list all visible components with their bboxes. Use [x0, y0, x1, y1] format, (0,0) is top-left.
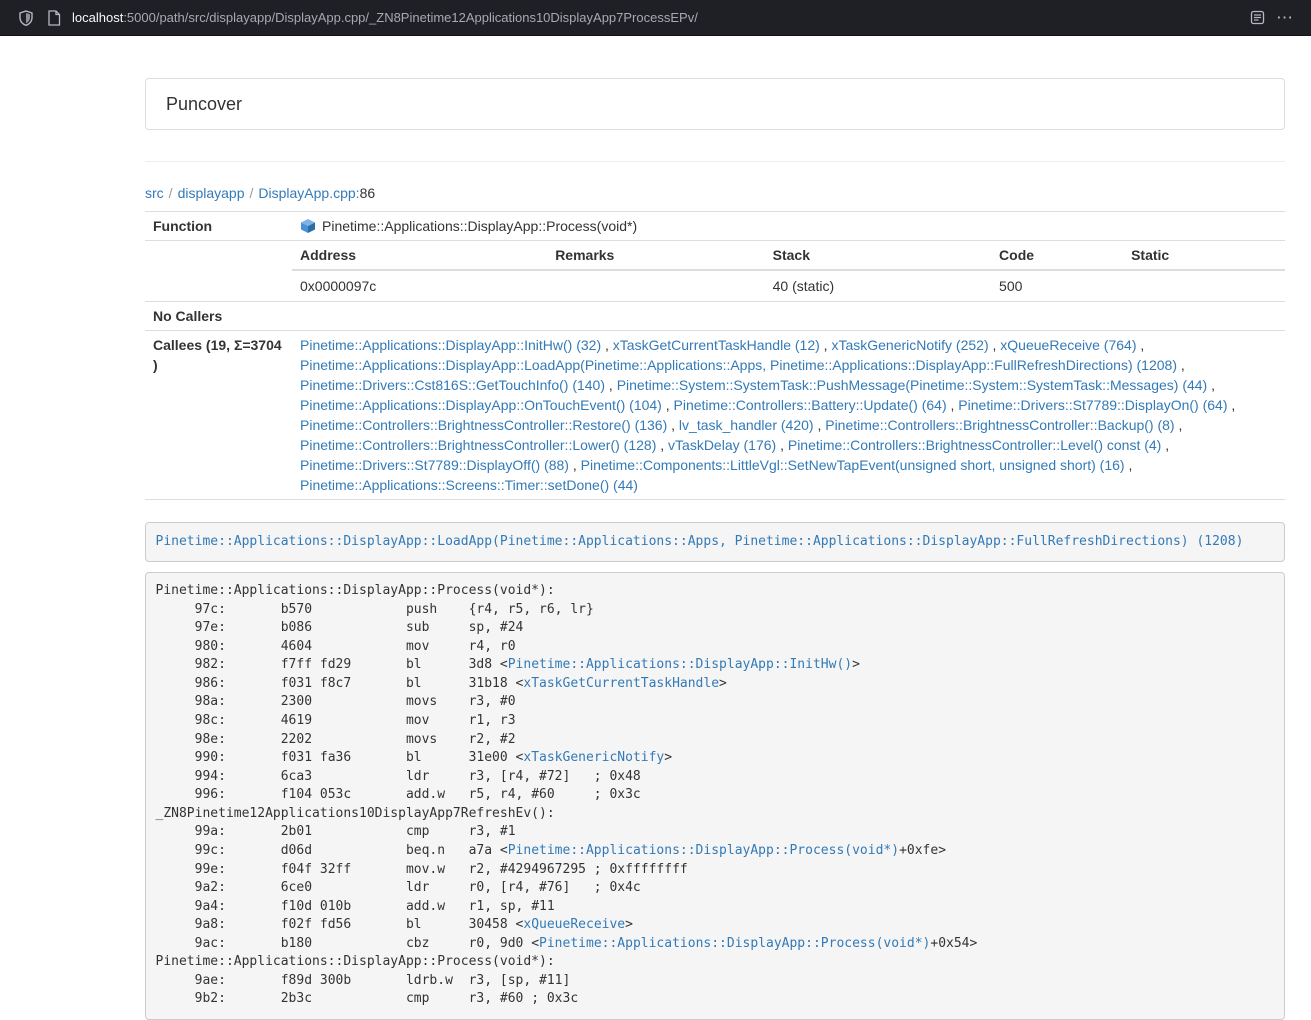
code-symbol-link[interactable]: Pinetime::Applications::DisplayApp::Init…	[508, 657, 852, 672]
address-value: 0x0000097c	[292, 270, 547, 301]
callee-link[interactable]: Pinetime::Controllers::BrightnessControl…	[300, 417, 667, 433]
function-label: Function	[145, 212, 292, 241]
address-table-cell: Address Remarks Stack Code Static 0x0000…	[292, 241, 1285, 302]
function-table: Function Pinetime::Applications::Display…	[145, 211, 1285, 500]
empty-label-cell	[145, 241, 292, 302]
app-header-panel: Puncover	[145, 78, 1285, 130]
column-static: Static	[1123, 241, 1285, 270]
callee-link[interactable]: Pinetime::Components::LittleVgl::SetNewT…	[581, 457, 1125, 473]
callee-link[interactable]: xTaskGetCurrentTaskHandle (12)	[613, 337, 820, 353]
address-table-row: Address Remarks Stack Code Static 0x0000…	[145, 241, 1285, 302]
remarks-value	[547, 270, 764, 301]
breadcrumb-line-number: 86	[360, 185, 376, 201]
callee-link[interactable]: vTaskDelay (176)	[668, 437, 776, 453]
callee-link[interactable]: Pinetime::Controllers::BrightnessControl…	[825, 417, 1174, 433]
url-host: localhost	[72, 10, 123, 25]
reader-mode-icon[interactable]	[1243, 4, 1271, 32]
highlighted-line: Pinetime::Applications::DisplayApp::Load…	[145, 522, 1285, 562]
breadcrumb-src[interactable]: src	[145, 185, 164, 201]
address-table-header: Address Remarks Stack Code Static	[292, 241, 1285, 270]
breadcrumb-displayapp[interactable]: displayapp	[178, 185, 245, 201]
callee-link[interactable]: Pinetime::Applications::DisplayApp::OnTo…	[300, 397, 662, 413]
shield-icon[interactable]	[12, 4, 40, 32]
menu-icon[interactable]: ⋯	[1271, 4, 1299, 32]
browser-chrome: localhost:5000/path/src/displayapp/Displ…	[0, 0, 1311, 36]
breadcrumb-separator: /	[250, 185, 254, 201]
column-stack: Stack	[765, 241, 991, 270]
callee-link[interactable]: xTaskGenericNotify (252)	[831, 337, 988, 353]
callee-link[interactable]: Pinetime::Applications::DisplayApp::Init…	[300, 337, 601, 353]
address-table: Address Remarks Stack Code Static 0x0000…	[292, 241, 1285, 301]
column-address: Address	[292, 241, 547, 270]
column-code: Code	[991, 241, 1123, 270]
callee-link[interactable]: Pinetime::System::SystemTask::PushMessag…	[617, 377, 1208, 393]
stack-value: 40 (static)	[765, 270, 991, 301]
function-row: Function Pinetime::Applications::Display…	[145, 212, 1285, 241]
code-symbol-link[interactable]: xTaskGetCurrentTaskHandle	[523, 676, 719, 691]
address-table-data-row: 0x0000097c 40 (static) 500	[292, 270, 1285, 301]
no-callers-label: No Callers	[145, 302, 292, 331]
code-symbol-link[interactable]: xTaskGenericNotify	[523, 750, 664, 765]
column-remarks: Remarks	[547, 241, 764, 270]
breadcrumb-file[interactable]: DisplayApp.cpp:	[258, 185, 359, 201]
callees-list: Pinetime::Applications::DisplayApp::Init…	[292, 331, 1285, 500]
callees-row: Callees (19, Σ=3704 ) Pinetime::Applicat…	[145, 331, 1285, 500]
function-name: Pinetime::Applications::DisplayApp::Proc…	[322, 218, 637, 234]
page-container: Puncover src/displayapp/DisplayApp.cpp:8…	[145, 78, 1285, 1020]
callee-link[interactable]: Pinetime::Applications::DisplayApp::Load…	[300, 357, 1177, 373]
divider	[145, 161, 1285, 162]
function-name-cell: Pinetime::Applications::DisplayApp::Proc…	[292, 212, 1285, 241]
callee-link[interactable]: lv_task_handler (420)	[679, 417, 814, 433]
no-callers-cell	[292, 302, 1285, 331]
callee-link[interactable]: Pinetime::Drivers::St7789::DisplayOn() (…	[958, 397, 1227, 413]
callee-link[interactable]: Pinetime::Drivers::Cst816S::GetTouchInfo…	[300, 377, 605, 393]
disassembly-code: Pinetime::Applications::DisplayApp::Proc…	[145, 572, 1285, 1020]
callee-link[interactable]: Pinetime::Controllers::Battery::Update()…	[674, 397, 947, 413]
callee-link[interactable]: Pinetime::Controllers::BrightnessControl…	[300, 437, 656, 453]
breadcrumb: src/displayapp/DisplayApp.cpp:86	[145, 183, 1285, 203]
highlighted-line-link[interactable]: Pinetime::Applications::DisplayApp::Load…	[156, 534, 1244, 549]
url-bar[interactable]: localhost:5000/path/src/displayapp/Displ…	[72, 10, 698, 25]
function-icon	[300, 218, 316, 234]
code-symbol-link[interactable]: xQueueReceive	[523, 917, 625, 932]
breadcrumb-separator: /	[169, 185, 173, 201]
callees-label: Callees (19, Σ=3704 )	[145, 331, 292, 500]
page-title: Puncover	[166, 94, 1264, 114]
url-path: :5000/path/src/displayapp/DisplayApp.cpp…	[123, 10, 698, 25]
page-icon[interactable]	[40, 4, 68, 32]
callee-link[interactable]: Pinetime::Controllers::BrightnessControl…	[788, 437, 1161, 453]
static-value	[1123, 270, 1285, 301]
callee-link[interactable]: xQueueReceive (764)	[1000, 337, 1136, 353]
code-symbol-link[interactable]: Pinetime::Applications::DisplayApp::Proc…	[508, 843, 899, 858]
code-size-value: 500	[991, 270, 1123, 301]
callee-link[interactable]: Pinetime::Drivers::St7789::DisplayOff() …	[300, 457, 569, 473]
callee-link[interactable]: Pinetime::Applications::Screens::Timer::…	[300, 477, 638, 493]
no-callers-row: No Callers	[145, 302, 1285, 331]
code-symbol-link[interactable]: Pinetime::Applications::DisplayApp::Proc…	[539, 936, 930, 951]
